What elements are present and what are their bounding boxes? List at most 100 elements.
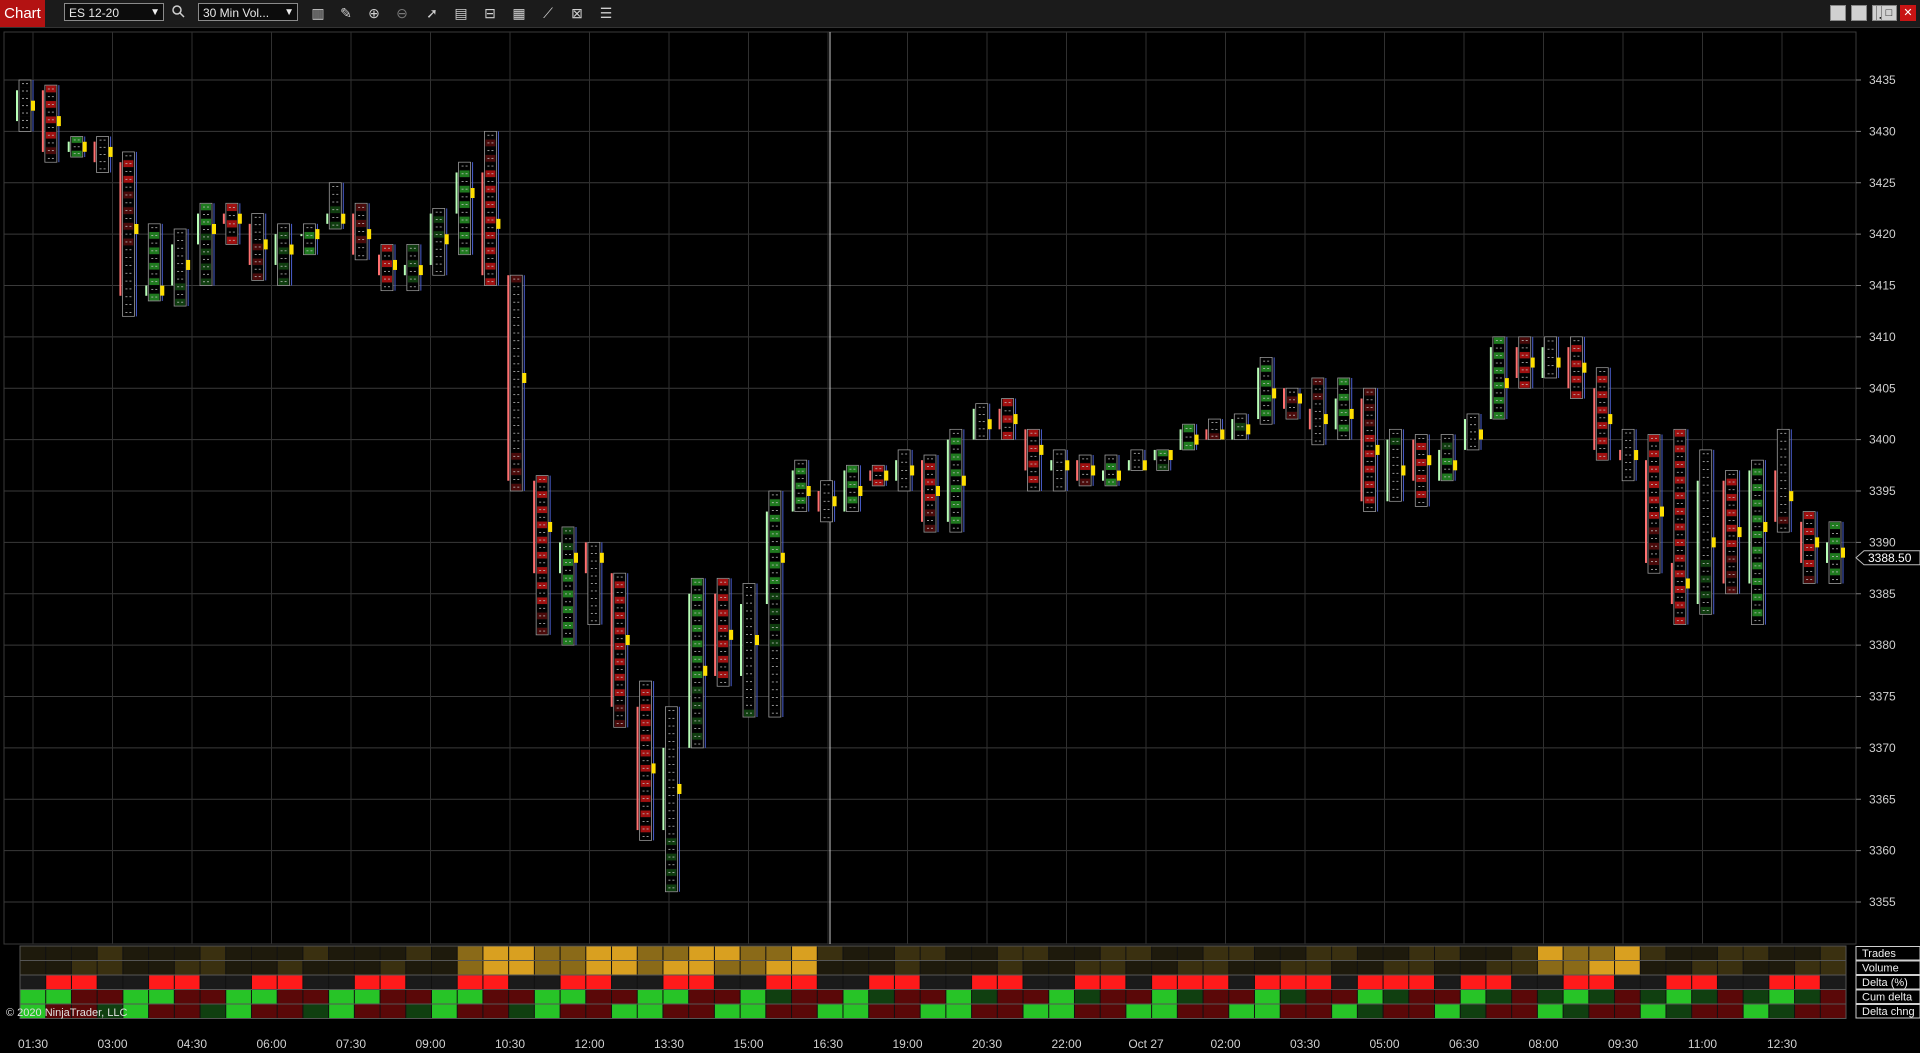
interval-selector[interactable]: 30 Min Vol... ▼ xyxy=(198,3,298,21)
indicators-icon[interactable]: ⟋ xyxy=(538,3,558,23)
stats-cell xyxy=(1074,990,1100,1004)
stats-cell xyxy=(869,961,894,975)
price-level-cell xyxy=(563,637,573,645)
price-level-cell xyxy=(1597,437,1608,445)
data-box-icon[interactable]: ▤ xyxy=(451,3,471,23)
price-level-cell xyxy=(1700,536,1711,544)
search-icon[interactable] xyxy=(168,3,188,23)
stats-cell xyxy=(1563,946,1589,960)
footprint-bar xyxy=(1412,434,1432,507)
price-level-cell xyxy=(821,514,832,522)
poc-marker xyxy=(470,188,475,199)
chart-title-tab[interactable]: Chart xyxy=(0,0,45,27)
price-level-cell xyxy=(382,260,392,268)
instrument-selector[interactable]: ES 12-20 ▼ xyxy=(64,3,164,21)
zoom-out-icon[interactable]: ⊖ xyxy=(392,3,412,23)
price-level-cell xyxy=(1312,437,1323,445)
price-level-cell xyxy=(1830,522,1840,530)
price-level-cell xyxy=(511,337,522,345)
poc-marker xyxy=(1013,414,1018,425)
price-level-cell xyxy=(1752,523,1763,531)
price-level-cell xyxy=(1364,504,1375,512)
time-axis[interactable]: 01:30 03:00 04:30 06:00 07:30 09:00 10:30 12:00… xyxy=(18,1037,1797,1051)
x-tick-label: 07:30 xyxy=(336,1037,366,1051)
stats-cell xyxy=(1203,990,1229,1004)
strategies-icon[interactable]: ⊠ xyxy=(567,3,587,23)
price-level-cell xyxy=(1287,411,1297,419)
price-level-cell xyxy=(899,458,910,466)
price-level-cell xyxy=(769,701,780,709)
price-level-cell xyxy=(1674,468,1685,476)
footprint-bar xyxy=(1541,336,1561,379)
price-level-cell xyxy=(1416,498,1427,506)
price-level-cell xyxy=(1468,414,1478,421)
poc-marker xyxy=(1504,378,1509,389)
zoom-in-icon[interactable]: ⊕ xyxy=(364,3,384,23)
stats-cell xyxy=(277,961,303,975)
stats-cell xyxy=(1692,961,1717,975)
price-level-cell xyxy=(1726,478,1737,486)
stats-cell xyxy=(714,961,740,975)
bull-body xyxy=(67,141,70,152)
bear-body xyxy=(998,408,1001,430)
price-level-cell xyxy=(149,224,160,232)
price-level-cell xyxy=(614,635,625,643)
price-level-cell xyxy=(666,853,677,861)
price-level-cell xyxy=(1752,531,1763,538)
chart-style-icon[interactable]: ▦ xyxy=(509,3,529,23)
price-level-cell xyxy=(1261,372,1272,380)
price-level-cell xyxy=(614,589,625,596)
stats-cell xyxy=(1640,990,1666,1004)
price-level-cell xyxy=(1390,453,1401,461)
stats-cell xyxy=(354,990,380,1004)
stats-cell xyxy=(1460,961,1486,975)
tile-icon[interactable] xyxy=(1851,5,1867,21)
footprint-bar xyxy=(1076,454,1096,487)
stats-cell xyxy=(1332,975,1357,989)
list-icon[interactable]: ☰ xyxy=(596,3,616,23)
stats-cell xyxy=(431,975,457,989)
price-level-cell xyxy=(304,232,315,239)
price-chart[interactable]: 3435 3430 3425 3420 3415 3410 3405 3400 3395 3390… xyxy=(0,28,1920,1053)
stats-cell xyxy=(612,946,637,960)
bull-body xyxy=(1153,449,1156,461)
price-axis[interactable]: 3435 3430 3425 3420 3415 3410 3405 3400 3395 3390… xyxy=(1855,73,1920,909)
price-level-cell xyxy=(692,671,703,679)
bars-icon[interactable]: ▥ xyxy=(308,3,328,23)
price-level-cell xyxy=(1157,464,1168,470)
price-level-cell xyxy=(1080,463,1091,470)
price-level-cell xyxy=(1597,452,1608,460)
price-level-cell xyxy=(1804,520,1815,528)
price-level-cell xyxy=(821,489,832,497)
price-level-cell xyxy=(614,697,625,704)
tile-icon[interactable] xyxy=(1830,5,1846,21)
price-level-cell xyxy=(226,220,237,228)
poc-marker xyxy=(237,213,242,224)
footprint-bar xyxy=(507,274,527,492)
price-level-cell xyxy=(511,283,522,291)
properties-icon[interactable]: ⊟ xyxy=(480,3,500,23)
pencil-icon[interactable]: ✎ xyxy=(336,3,356,23)
y-tick-label: 3380 xyxy=(1869,638,1896,652)
price-level-cell xyxy=(1649,565,1659,573)
poc-marker xyxy=(1323,414,1328,425)
footprint-bar xyxy=(1283,387,1302,420)
stats-cell xyxy=(560,1004,586,1018)
price-level-cell xyxy=(1312,415,1323,422)
price-level-cell xyxy=(123,246,134,254)
price-level-cell xyxy=(1028,437,1039,445)
price-level-cell xyxy=(769,709,780,717)
pointer-icon[interactable]: ➚ xyxy=(422,3,442,23)
price-level-cell xyxy=(330,198,341,206)
chart-bars xyxy=(16,79,1845,893)
price-level-cell xyxy=(20,95,30,102)
stats-cell xyxy=(329,1004,354,1018)
stats-cell xyxy=(1589,1004,1615,1018)
maximize-icon[interactable]: □ xyxy=(1881,5,1897,21)
stats-cell xyxy=(740,946,766,960)
price-level-cell xyxy=(769,561,780,569)
price-level-cell xyxy=(511,391,522,399)
price-level-cell xyxy=(563,614,573,621)
stats-cell xyxy=(1435,990,1460,1004)
close-icon[interactable]: ✕ xyxy=(1900,5,1916,21)
